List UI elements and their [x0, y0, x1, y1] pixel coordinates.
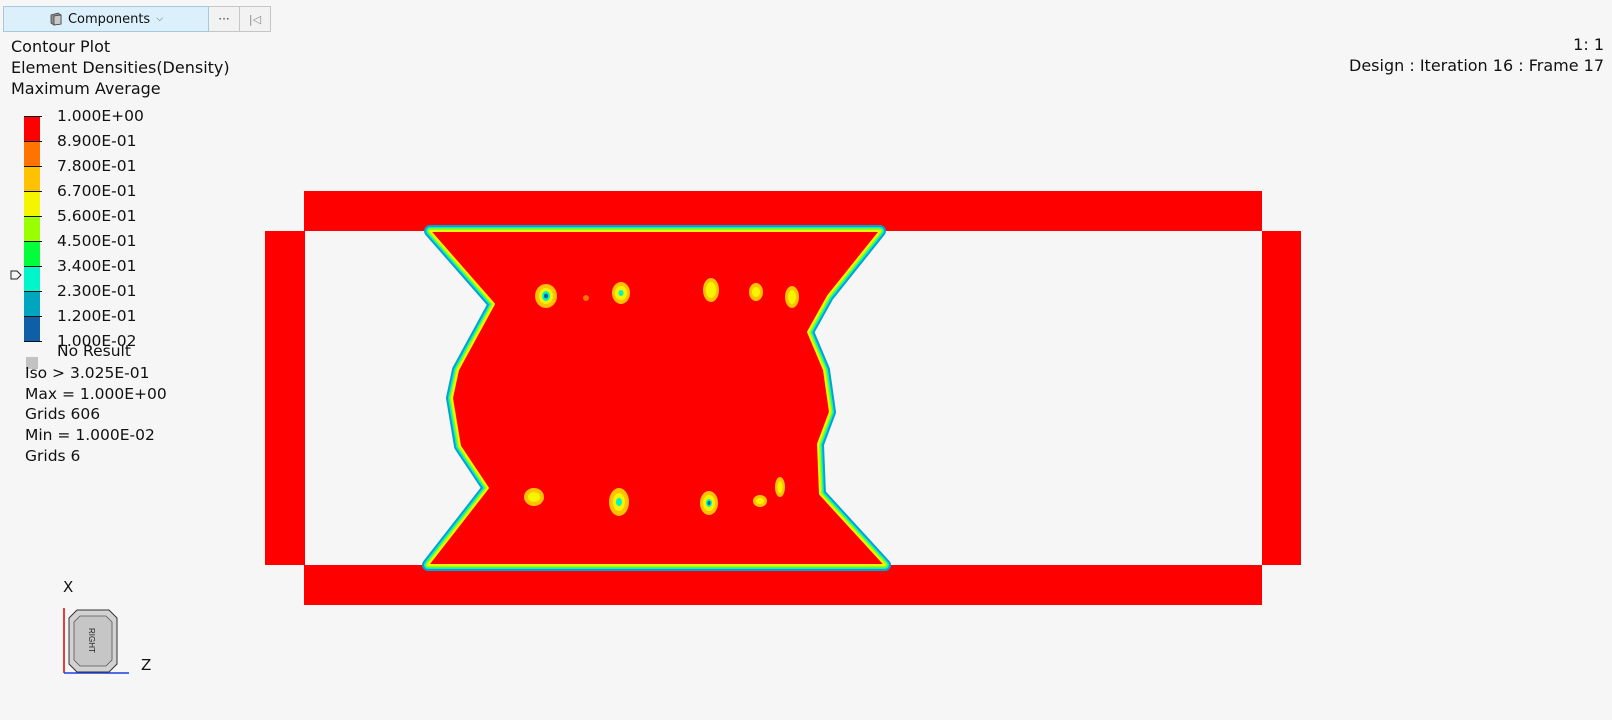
view-cube-icon[interactable]: RIGHT: [55, 578, 165, 676]
legend-band-3: [24, 166, 40, 191]
right-column[interactable]: [1262, 231, 1301, 565]
legend-tick: [24, 291, 42, 292]
legend-band-1: [24, 116, 40, 141]
legend-level-label: 1.200E-01: [57, 307, 137, 325]
legend-band-4: [24, 191, 40, 216]
legend-band-2: [24, 141, 40, 166]
min-grids-text: Grids 6: [25, 447, 81, 465]
legend-level-label: 3.400E-01: [57, 257, 137, 275]
min-value-text: Min = 1.000E-02: [25, 426, 155, 444]
view-info: 1: 1 Design : Iteration 16 : Frame 17: [1349, 34, 1604, 76]
legend-level-label: 8.900E-01: [57, 132, 137, 150]
more-icon: ···: [218, 12, 230, 26]
design-frame-readout: Design : Iteration 16 : Frame 17: [1349, 56, 1604, 75]
model-viewport[interactable]: [0, 0, 1612, 720]
legend-tick: [24, 241, 42, 242]
legend-level-label: 5.600E-01: [57, 207, 137, 225]
legend-tick: [24, 191, 42, 192]
components-label: Components: [67, 11, 151, 27]
result-type-title: Element Densities(Density): [11, 58, 230, 77]
iso-value-text: Iso > 3.025E-01: [25, 364, 150, 382]
legend-level-label: 1.000E+00: [57, 107, 144, 125]
legend-level-label: 7.800E-01: [57, 157, 137, 175]
components-dropdown[interactable]: Components ⌵: [3, 6, 209, 32]
legend-band-8: [24, 291, 40, 316]
legend-band-5: [24, 216, 40, 241]
central-material-region[interactable]: [422, 225, 891, 571]
chevron-down-icon: ⌵: [156, 14, 164, 24]
iso-value-marker-icon[interactable]: [10, 269, 22, 281]
legend-tick: [24, 341, 42, 342]
legend-tick: [24, 116, 42, 117]
no-result-label: No Result: [57, 342, 131, 360]
legend-tick: [24, 216, 42, 217]
scale-readout: 1: 1: [1573, 35, 1604, 54]
legend-tick: [24, 316, 42, 317]
plot-type-title: Contour Plot: [11, 37, 111, 56]
legend-band-9: [24, 316, 40, 341]
legend-band-6: [24, 241, 40, 266]
legend-tick: [24, 266, 42, 267]
legend-level-label: 6.700E-01: [57, 182, 137, 200]
legend-level-label: 2.300E-01: [57, 282, 137, 300]
first-frame-icon: |◁: [248, 12, 262, 26]
legend-tick: [24, 141, 42, 142]
averaging-title: Maximum Average: [11, 79, 161, 98]
left-column[interactable]: [265, 231, 305, 565]
component-cube-icon: [50, 12, 62, 26]
density-contour-model[interactable]: [265, 191, 1301, 605]
legend-level-label: 4.500E-01: [57, 232, 137, 250]
cube-face-label: RIGHT: [87, 628, 96, 653]
max-value-text: Max = 1.000E+00: [25, 385, 167, 403]
legend-tick: [24, 166, 42, 167]
more-options-button[interactable]: ···: [209, 6, 240, 32]
contour-color-bar[interactable]: [24, 116, 40, 341]
max-grids-text: Grids 606: [25, 405, 101, 423]
legend-header: Contour Plot Element Densities(Density) …: [11, 36, 230, 99]
view-triad[interactable]: X Z RIGHT: [55, 578, 165, 676]
components-toolbar: Components ⌵ ··· |◁: [3, 6, 271, 33]
legend-band-7: [24, 266, 40, 291]
first-frame-button[interactable]: |◁: [240, 6, 271, 32]
